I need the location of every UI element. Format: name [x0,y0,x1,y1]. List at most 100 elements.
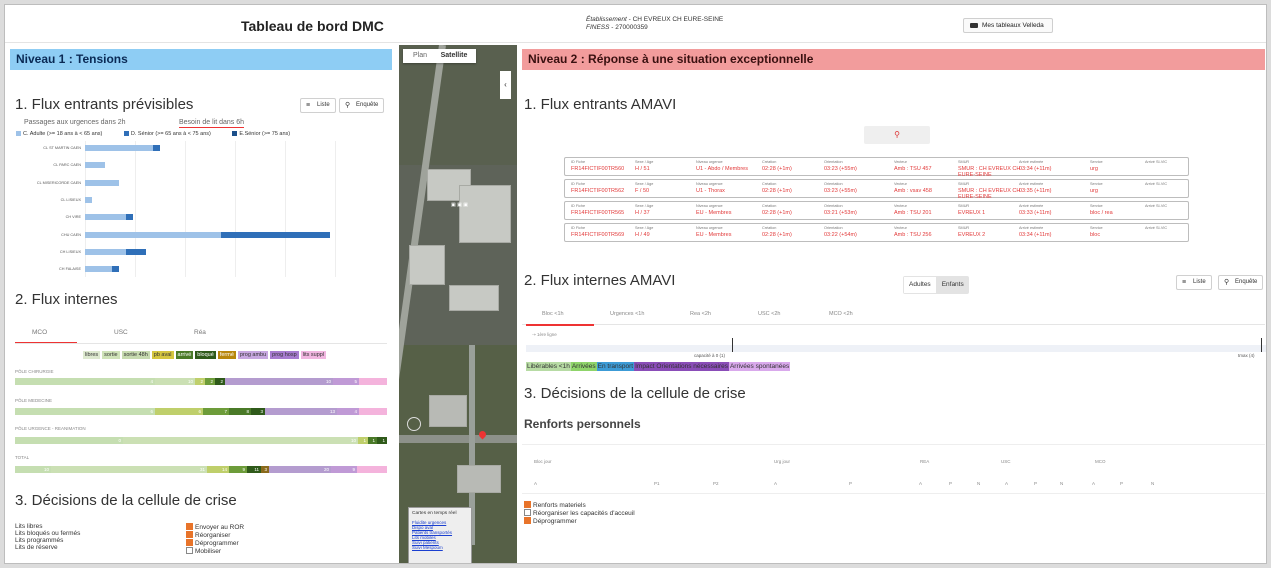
card-field-label: Orientation [824,204,843,208]
age-toggle: Adultes Enfants [903,276,969,294]
pole-urgence-bar: 0 10 1 1 1 [15,437,387,444]
subcol-header: N [1151,481,1155,486]
card-field-value: 03:34 (+11m) [1019,166,1052,172]
delay-tab[interactable]: Urgences <1h [610,311,644,317]
enfants-button[interactable]: Enfants [937,276,969,294]
level2-panel: Niveau 2 : Réponse à une situation excep… [522,49,1266,563]
card-field-label: Arrivé estimée [1019,182,1044,186]
action-checkbox[interactable]: Déprogrammer [186,539,244,547]
status-chip: fermé [217,351,236,359]
subtab-rea[interactable]: Réa [194,329,206,336]
card-field-label: Sexe / Age [635,204,654,208]
checkbox-icon [186,523,193,530]
seg-bloque: 1 [377,437,387,444]
gridline [135,141,136,277]
top-bar: Tableau de bord DMC Établissement - CH E… [5,5,1266,43]
status-chip: arrivé [175,351,194,359]
enquete-button[interactable]: ⚲ Enquête [339,98,385,113]
card-field-value: SMUR : CH EVREUX CH EURE-SEINE [958,188,1021,200]
amavi-card[interactable]: ID Fiche Sexe / Age Niveau urgence Création… [564,223,1189,242]
renforts-table: Bloc jour Urg jour REA USC MCO A P1 P2 A P A P… [522,444,1265,494]
map-pin-icon: ⚲ [1224,279,1230,286]
delay-tab[interactable]: MCO <2h [829,311,853,317]
status-chip: libres [83,351,101,359]
tab-passages[interactable]: Passages aux urgences dans 2h [24,119,126,126]
card-field-label: Sexe / Age [635,226,654,230]
subtab-mco[interactable]: MCO [32,329,47,336]
card-field-value: bloc [1090,232,1101,238]
collapse-map-button[interactable]: ‹ [500,71,511,99]
flux-legend-chip: Arrivées [570,362,597,371]
subtab-usc[interactable]: USC [114,329,128,336]
card-field-value: 03:34 (+11m) [1019,232,1052,238]
map-link[interactable]: Suivi Mespoum [412,545,468,550]
col-rea: REA [920,459,930,464]
seg-proghosp: 5 [333,378,359,385]
seg-progambu: 13 [265,408,337,415]
map-satellite-button[interactable]: Satellite [437,49,471,63]
amavi-card[interactable]: ID Fiche Sexe / Age Niveau urgence Création… [564,157,1189,178]
map-view[interactable]: ▣ ▣ ▣ Plan Satellite ‹ Cartes en temps ré… [399,45,517,563]
enquete-button-right[interactable]: ⚲ Enquête [1218,275,1264,290]
subcol-header: P [1120,481,1124,486]
amavi-card[interactable]: ID Fiche Sexe / Age Niveau urgence Création… [564,179,1189,200]
gridline [285,141,286,277]
action-checkbox[interactable]: Mobiliser [186,547,244,555]
adultes-button[interactable]: Adultes [904,277,936,293]
card-field-label: Vecteur [894,160,907,164]
seg-sortie: 10 [155,378,195,385]
liste-button-right[interactable]: ≡ Liste [1176,275,1212,290]
besoin-lit-chart: CL ST MARTIN CAEN CL PARC CAEN CL MISERICO… [15,141,385,279]
checkbox-icon [186,539,193,546]
card-field-label: Niveau urgence [696,204,723,208]
hospital-label: CH FALAISE [59,267,81,272]
checkbox-icon [524,501,531,508]
delay-tab[interactable]: Bloc <1h [542,311,564,317]
search-button[interactable]: ⚲ [864,126,930,144]
action-checkbox[interactable]: Réorganiser [186,531,244,539]
card-field-value: FR14FICTIF00TR562 [571,188,625,194]
card-field-label: Vecteur [894,204,907,208]
etablissement-info: Établissement - CH EVREUX CH EURE-SEINE … [586,16,723,32]
decision-checkbox[interactable]: Déprogrammer [524,517,635,525]
card-field-value: urg [1090,188,1098,194]
legend-senior-d: D. Sénior (>= 65 ans à < 75 ans) [123,131,211,137]
tab-besoin-lit[interactable]: Besoin de lit dans 6h [179,119,244,128]
action-checkbox[interactable]: Envoyer au ROR [186,523,244,531]
delay-tab[interactable]: USC <2h [758,311,780,317]
hospital-label: CH LISIEUX [59,249,81,254]
map-plan-button[interactable]: Plan [403,49,437,63]
card-field-label: SMUR [958,182,970,186]
search-icon: ⚲ [894,130,900,139]
level1-panel: Niveau 1 : Tensions 1. Flux entrants pré… [10,49,392,563]
seg-pbaval: 9 [229,466,247,473]
liste-button[interactable]: ≡ Liste [300,98,336,113]
checkbox-icon [524,509,531,516]
active-delay-tab-indicator [526,324,594,326]
checkbox-icon [524,517,531,524]
card-field-value: H / 37 [635,210,650,216]
subcol-header: P [849,481,853,486]
mes-tableaux-button[interactable]: Mes tableaux Velleda [963,18,1053,33]
decision-checkbox[interactable]: Réorganiser les capacités d'acceuil [524,509,635,517]
card-field-label: Arrivé estimée [1019,226,1044,230]
card-field-value: EU - Membres [696,210,732,216]
card-field-label: Niveau urgence [696,182,723,186]
chart-bar [85,179,119,186]
action-label: Mobiliser [195,548,222,555]
card-field-value: FR14FICTIF00TR560 [571,166,625,172]
card-field-value: 03:33 (+11m) [1019,210,1052,216]
decision-checkbox[interactable]: Renforts materiels [524,501,635,509]
card-field-value: urg [1090,166,1098,172]
seg-proghosp: 9 [331,466,357,473]
seg-litssuppl [359,378,387,385]
seg-litssuppl [359,408,387,415]
amavi-card[interactable]: ID Fiche Sexe / Age Niveau urgence Création… [564,201,1189,220]
capacity-label: capacité à 0 (1) [694,353,726,358]
card-field-label: Service [1090,160,1103,164]
list-icon: ≡ [306,102,311,109]
delay-tab[interactable]: Rea <2h [690,311,711,317]
chart-bar [112,266,119,273]
card-field-label: Service [1090,204,1103,208]
card-field-value: H / 49 [635,232,650,238]
